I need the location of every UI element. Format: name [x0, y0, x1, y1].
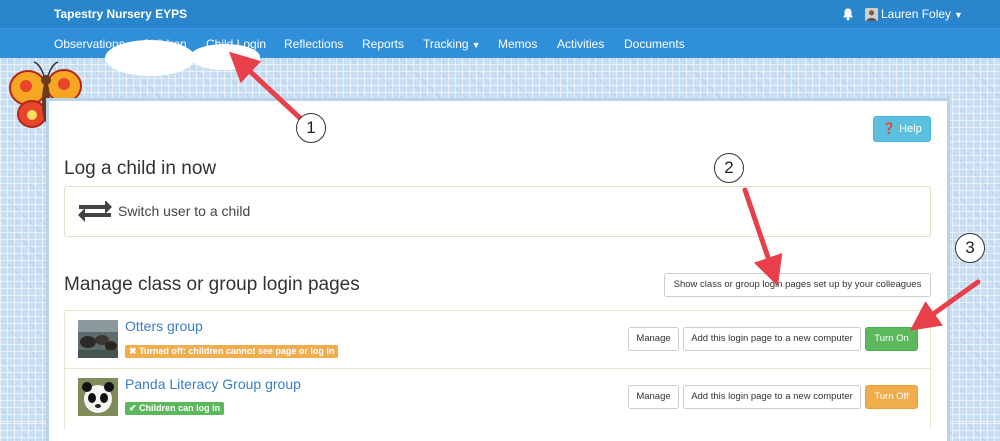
callout-2: 2	[714, 153, 744, 183]
callout-3: 3	[955, 233, 985, 263]
arrow-to-colleagues-button	[742, 187, 783, 287]
arrow-to-child-login	[229, 51, 303, 121]
annotation-arrows	[229, 51, 981, 331]
callout-1: 1	[296, 113, 326, 143]
arrow-to-turn-on-button	[909, 279, 981, 331]
